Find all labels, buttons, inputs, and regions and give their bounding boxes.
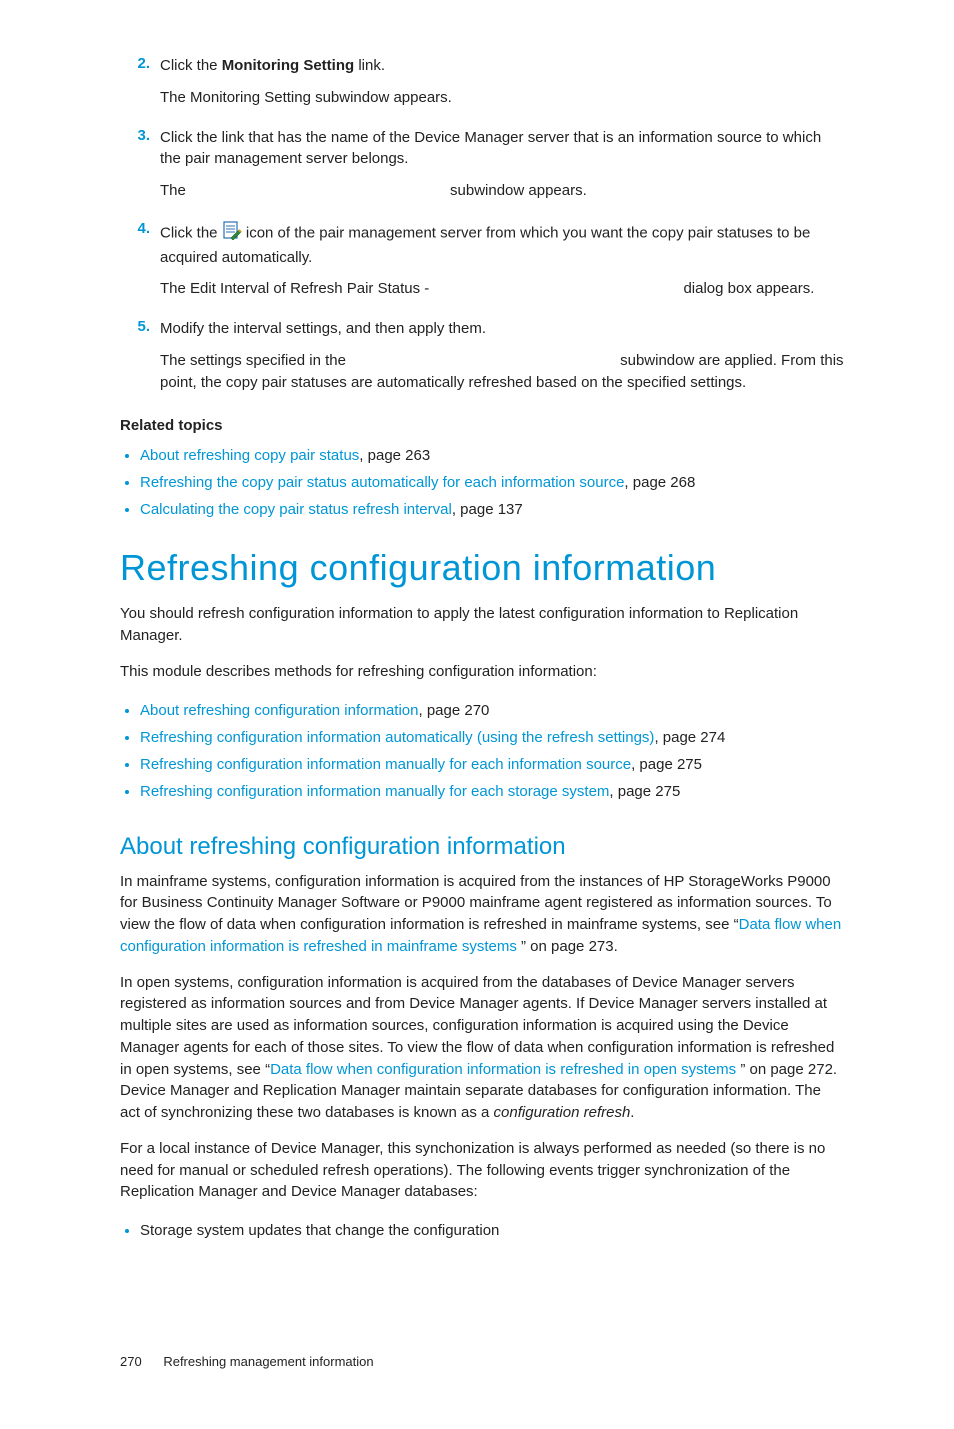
paragraph: You should refresh configuration informa…	[120, 603, 844, 647]
trigger-list: Storage system updates that change the c…	[120, 1217, 844, 1244]
toc-link[interactable]: About refreshing configuration informati…	[140, 702, 419, 719]
step-result: The subwindow appears.	[160, 180, 844, 202]
list-item: Refreshing the copy pair status automati…	[140, 469, 844, 496]
list-item: Refreshing configuration information man…	[140, 778, 844, 805]
toc-link[interactable]: Refreshing configuration information man…	[140, 783, 609, 800]
step-result: The Monitoring Setting subwindow appears…	[160, 87, 844, 109]
list-item: Storage system updates that change the c…	[140, 1217, 844, 1244]
page-number: 270	[120, 1354, 142, 1369]
step-2: 2. Click the Monitoring Setting link. Th…	[120, 55, 844, 119]
section-heading: Refreshing configuration information	[120, 547, 844, 589]
step-result: The settings specified in the subwindow …	[160, 350, 844, 394]
list-item: Calculating the copy pair status refresh…	[140, 496, 844, 523]
step-5: 5. Modify the interval settings, and the…	[120, 318, 844, 403]
list-item: About refreshing copy pair status, page …	[140, 442, 844, 469]
paragraph: In mainframe systems, configuration info…	[120, 871, 844, 958]
page-footer: 270 Refreshing management information	[120, 1354, 844, 1369]
list-item: About refreshing configuration informati…	[140, 697, 844, 724]
step-4: 4. Click the icon of the pair management…	[120, 220, 844, 310]
step-text: Click the Monitoring Setting link.	[160, 55, 844, 77]
related-link[interactable]: Calculating the copy pair status refresh…	[140, 501, 452, 518]
step-number: 4.	[120, 220, 160, 310]
step-number: 3.	[120, 127, 160, 212]
step-result: The Edit Interval of Refresh Pair Status…	[160, 278, 844, 300]
toc-link[interactable]: Refreshing configuration information man…	[140, 756, 631, 773]
related-link[interactable]: About refreshing copy pair status	[140, 447, 359, 464]
step-number: 2.	[120, 55, 160, 119]
paragraph: For a local instance of Device Manager, …	[120, 1138, 844, 1203]
step-3: 3. Click the link that has the name of t…	[120, 127, 844, 212]
step-number: 5.	[120, 318, 160, 403]
related-list: About refreshing copy pair status, page …	[120, 442, 844, 523]
step-text: Modify the interval settings, and then a…	[160, 318, 844, 340]
edit-icon	[222, 220, 242, 247]
related-heading: Related topics	[120, 417, 844, 434]
inline-link[interactable]: Data flow when configuration information…	[270, 1061, 740, 1078]
step-text: Click the link that has the name of the …	[160, 127, 844, 171]
bold-text: Monitoring Setting	[222, 57, 354, 74]
related-link[interactable]: Refreshing the copy pair status automati…	[140, 474, 624, 491]
subsection-heading: About refreshing configuration informati…	[120, 833, 844, 861]
document-page: 2. Click the Monitoring Setting link. Th…	[0, 0, 954, 1429]
section-list: About refreshing configuration informati…	[120, 697, 844, 805]
footer-title: Refreshing management information	[163, 1354, 373, 1369]
list-item: Refreshing configuration information aut…	[140, 724, 844, 751]
related-topics: Related topics About refreshing copy pai…	[120, 417, 844, 523]
paragraph: In open systems, configuration informati…	[120, 972, 844, 1124]
list-item: Refreshing configuration information man…	[140, 751, 844, 778]
step-text: Click the icon of the pair management se…	[160, 220, 844, 269]
paragraph: This module describes methods for refres…	[120, 661, 844, 683]
italic-term: configuration refresh	[494, 1104, 631, 1121]
toc-link[interactable]: Refreshing configuration information aut…	[140, 729, 654, 746]
